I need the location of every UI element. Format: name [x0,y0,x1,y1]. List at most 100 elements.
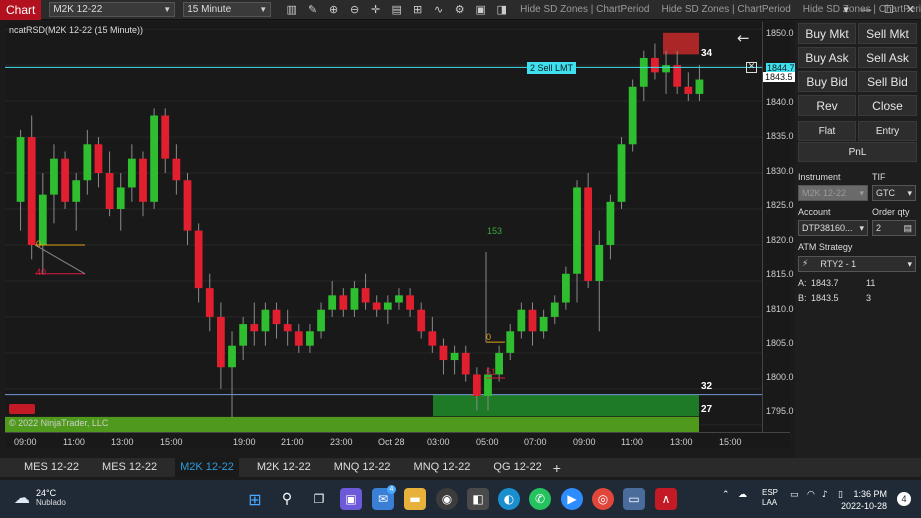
buy-bid-button[interactable]: Buy Bid [798,71,856,92]
account-select[interactable]: DTP38160... ▾ [798,220,868,236]
crosshair-icon[interactable]: ✛ [369,3,382,16]
demand-zone-upper [433,394,699,417]
candle-up [72,180,81,202]
buy-market-button[interactable]: Buy Mkt [798,23,856,44]
chart-app-tag[interactable]: Chart [0,0,42,20]
price-chart[interactable] [5,22,762,432]
maximize-icon[interactable]: ☐ [884,3,894,16]
tab-mes-12-22-a[interactable]: MES 12-22 [19,458,84,477]
tab-m2k-12-22-b[interactable]: M2K 12-22 [252,458,316,477]
sell-market-button[interactable]: Sell Mkt [858,23,917,44]
language-code: ESP [762,488,779,497]
candle-up [639,57,648,87]
chrome-icon[interactable]: ◎ [592,488,614,510]
time-tick: Oct 28 [378,437,405,447]
reverse-button[interactable]: Rev [798,95,856,116]
candle-up [261,309,270,332]
store-icon[interactable]: ◧ [467,488,489,510]
flat-button[interactable]: Flat [798,121,856,141]
tab-m2k-12-22-active[interactable]: M2K 12-22 [175,458,239,477]
language-indicator[interactable]: ESP LAA [762,488,778,508]
candle-down [283,324,292,332]
menu-caret-icon[interactable]: ▾ [843,3,849,16]
zoom-in-icon[interactable]: ⊕ [327,3,340,16]
chart-panel[interactable]: ncatRSD(M2K 12-22 (15 Minute)) ← © 2022 … [5,22,762,432]
tab-mnq-12-22-a[interactable]: MNQ 12-22 [329,458,396,477]
candle-up [116,187,125,210]
close-icon[interactable]: ✕ [906,3,915,16]
search-icon[interactable]: ⚲ [276,488,298,510]
properties-icon[interactable]: ▤ [390,3,403,16]
battery-icon[interactable]: ▭ [790,490,799,500]
indicators-icon[interactable]: ∿ [432,3,445,16]
candle-up [239,324,248,346]
strategies-icon[interactable]: ⚙ [453,3,466,16]
hide-sd-zones-button-2[interactable]: Hide SD Zones | ChartPeriod [661,4,790,15]
sell-ask-button[interactable]: Sell Ask [858,47,917,68]
candle-down [673,65,682,87]
close-position-button[interactable]: Close [858,95,917,116]
ninjatrader-window: Chart M2K 12-22 ▼ 15 Minute ▼ ▥ ✎ ⊕ ⊖ ✛ ▤ … [0,0,921,518]
tif-select[interactable]: GTC ▾ [872,185,916,201]
pencil-icon[interactable]: ✎ [306,3,319,16]
tray-cloud-icon[interactable]: ☁ [738,490,747,500]
candle-down [183,180,192,231]
candle-up [328,295,337,310]
templates-icon[interactable]: ▣ [474,3,487,16]
github-icon[interactable]: ◉ [436,488,458,510]
zone-label-27: 27 [701,404,713,415]
zoom-icon[interactable]: ▶ [561,488,583,510]
minimize-icon[interactable]: — [861,3,872,16]
buy-ask-button[interactable]: Buy Ask [798,47,856,68]
sell-bid-button[interactable]: Sell Bid [858,71,917,92]
edge-icon[interactable]: ◐ [498,488,520,510]
ninjatrader-app-icon[interactable]: ∧ [655,488,677,510]
system-clock[interactable]: 1:36 PM 2022-10-28 [841,488,887,512]
time-tick: 13:00 [111,437,134,447]
teams-chat-icon[interactable]: ▣ [340,488,362,510]
tab-mes-12-22-b[interactable]: MES 12-22 [97,458,162,477]
chevron-down-icon: ▼ [259,5,268,14]
bar-chart-icon[interactable]: ▥ [285,3,298,16]
candle-up [617,144,626,202]
remote-desktop-icon[interactable]: ▭ [623,488,645,510]
weather-widget[interactable]: ☁ 24°C Nublado [14,488,66,507]
order-cancel-icon[interactable]: ✕ [746,62,757,73]
tray-expand-icon[interactable]: ⌃ [722,490,730,500]
atm-strategy-select[interactable]: ⚡ RTY2 - 1 ▾ [798,256,916,272]
wifi-icon[interactable]: ◠ [807,490,815,500]
zoom-out-icon[interactable]: ⊖ [348,3,361,16]
order-qty-stepper[interactable]: 2 ▤ [872,220,916,236]
chevron-down-icon: ▾ [859,187,864,198]
file-explorer-icon[interactable]: ▬ [404,488,426,510]
hide-sd-zones-button-1[interactable]: Hide SD Zones | ChartPeriod [520,4,649,15]
candle-up [550,302,559,317]
price-axis[interactable]: 1850.0 1844.7 1843.5 1840.0 1835.0 1830.… [762,22,796,432]
candle-down [428,331,437,346]
volume-icon[interactable]: ♪ [822,490,828,500]
add-tab-icon[interactable]: + [553,460,561,476]
stepper-icon[interactable]: ▤ [903,223,912,234]
start-icon[interactable]: ⊞ [244,488,266,510]
time-axis[interactable]: 09:00 11:00 13:00 15:00 19:00 21:00 23:0… [5,432,790,448]
data-box-icon[interactable]: ⊞ [411,3,424,16]
clock-time: 1:36 PM [853,489,887,499]
candle-up [127,158,136,188]
task-view-icon[interactable]: ❐ [308,488,330,510]
whatsapp-icon[interactable]: ✆ [529,488,551,510]
tab-qg-12-22[interactable]: QG 12-22 [488,458,546,477]
demand-zone-lower [5,416,699,432]
tab-mnq-12-22-b[interactable]: MNQ 12-22 [409,458,476,477]
candle-up [38,194,47,245]
interval-selector[interactable]: 15 Minute ▼ [183,2,272,17]
chart-trader-icon[interactable]: ◨ [495,3,508,16]
mail-badge: 4 [387,485,396,494]
pnl-display[interactable]: PnL [798,142,917,162]
instrument-selector[interactable]: M2K 12-22 ▼ [49,2,176,17]
entry-button[interactable]: Entry [858,121,917,141]
back-arrow-icon[interactable]: ← [737,29,750,47]
order-line-label[interactable]: 2 Sell LMT [527,62,577,74]
price-tick: 1840.0 [766,97,794,107]
candle-up [306,331,314,346]
notification-badge[interactable]: 4 [897,492,911,506]
